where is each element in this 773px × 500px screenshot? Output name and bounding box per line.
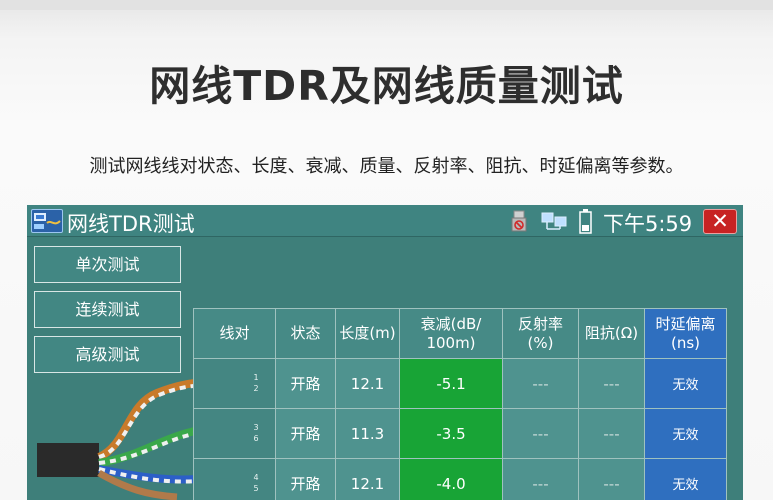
status-cell: 开路 xyxy=(275,458,336,500)
header-pair: 线对 xyxy=(193,308,276,359)
single-test-button[interactable]: 单次测试 xyxy=(34,246,181,283)
app-icon xyxy=(31,209,63,233)
tdr-results-table: 线对 状态 长度(m) 衰减(dB/ 100m) 反射率 (%) 阻抗(Ω) 时… xyxy=(193,308,727,500)
app-title: 网线TDR测试 xyxy=(67,212,195,236)
attenuation-cell: -5.1 xyxy=(399,358,503,409)
reflectance-cell: --- xyxy=(502,458,579,500)
network-icon xyxy=(541,212,567,232)
header-skew: 时延偏离 (ns) xyxy=(644,308,727,359)
skew-cell: 无效 xyxy=(644,408,727,459)
length-cell: 11.3 xyxy=(335,408,400,459)
impedance-cell: --- xyxy=(578,408,645,459)
usb-icon xyxy=(511,210,527,232)
title-bar: 网线TDR测试 下午5:59 ✕ xyxy=(27,205,743,237)
continuous-test-button[interactable]: 连续测试 xyxy=(34,291,181,328)
header-length: 长度(m) xyxy=(335,308,400,359)
pair-cell: 12 xyxy=(193,358,276,409)
attenuation-cell: -3.5 xyxy=(399,408,503,459)
table-row[interactable]: 36 开路 11.3 -3.5 --- --- 无效 xyxy=(193,408,727,459)
table-row[interactable]: 12 开路 12.1 -5.1 --- --- 无效 xyxy=(193,358,727,409)
header-status: 状态 xyxy=(275,308,336,359)
battery-icon xyxy=(579,209,592,234)
header-attenuation: 衰减(dB/ 100m) xyxy=(399,308,503,359)
status-cell: 开路 xyxy=(275,358,336,409)
impedance-cell: --- xyxy=(578,458,645,500)
attenuation-cell: -4.0 xyxy=(399,458,503,500)
pair-cell: 36 xyxy=(193,408,276,459)
impedance-cell: --- xyxy=(578,358,645,409)
pair-pins: 12 xyxy=(253,373,259,393)
status-cell: 开路 xyxy=(275,408,336,459)
header-impedance: 阻抗(Ω) xyxy=(578,308,645,359)
top-band xyxy=(0,0,773,10)
pair-pins: 36 xyxy=(253,423,259,443)
pair-pins: 45 xyxy=(253,473,259,493)
table-header-row: 线对 状态 长度(m) 衰减(dB/ 100m) 反射率 (%) 阻抗(Ω) 时… xyxy=(193,308,727,359)
page-headline: 网线TDR及网线质量测试 xyxy=(149,62,624,110)
cable-jacket xyxy=(37,443,99,477)
reflectance-cell: --- xyxy=(502,358,579,409)
table-row[interactable]: 45 开路 12.1 -4.0 --- --- 无效 xyxy=(193,458,727,500)
close-button[interactable]: ✕ xyxy=(703,209,737,234)
reflectance-cell: --- xyxy=(502,408,579,459)
device-screen: 网线TDR测试 下午5:59 ✕ 单次测试 连续测试 高级测试 线对 状态 长度… xyxy=(27,205,743,500)
length-cell: 12.1 xyxy=(335,358,400,409)
close-icon[interactable]: ✕ xyxy=(711,209,729,233)
clock: 下午5:59 xyxy=(603,212,693,236)
length-cell: 12.1 xyxy=(335,458,400,500)
skew-cell: 无效 xyxy=(644,458,727,500)
header-reflectance: 反射率 (%) xyxy=(502,308,579,359)
skew-cell: 无效 xyxy=(644,358,727,409)
page-subline: 测试网线线对状态、长度、衰减、质量、反射率、阻抗、时延偏离等参数。 xyxy=(89,156,684,177)
pair-cell: 45 xyxy=(193,458,276,500)
